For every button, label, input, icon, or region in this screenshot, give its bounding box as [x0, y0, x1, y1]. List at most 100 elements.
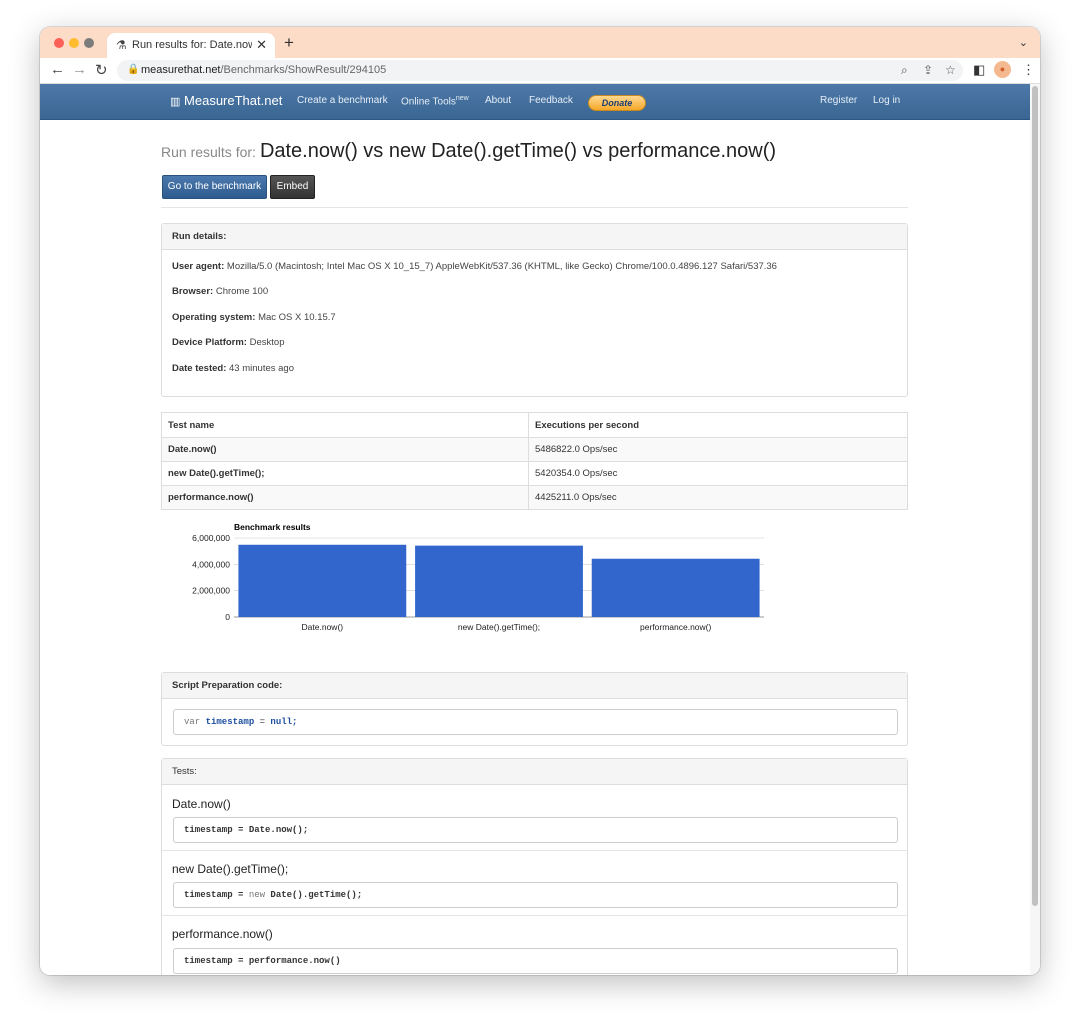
share-icon[interactable]: ⇪ — [923, 63, 933, 77]
ops-cell: 4425211.0 Ops/sec — [528, 485, 908, 510]
y-tick-label: 4,000,000 — [192, 559, 230, 569]
back-arrow-icon[interactable]: ← — [50, 61, 65, 78]
side-panel-icon[interactable]: ◧ — [973, 62, 985, 78]
forward-arrow-icon[interactable]: → — [72, 61, 87, 78]
code-keyword: var — [184, 717, 201, 727]
nav-online-tools[interactable]: Online Toolsnew — [401, 95, 469, 107]
chart-bar — [238, 544, 407, 617]
test-code-block: timestamp = performance.now() — [173, 948, 898, 974]
script-prep-panel: Script Preparation code: var timestamp =… — [161, 672, 908, 746]
test-name-cell: new Date().getTime(); — [161, 461, 529, 486]
code-variable: timestamp — [205, 717, 255, 727]
zoom-icon[interactable]: ⌕ — [901, 63, 908, 78]
benchmark-chart: Benchmark results 0 2,000,000 4,000,000 6,00… — [192, 522, 764, 632]
code-operator: = — [254, 717, 271, 727]
address-bar[interactable]: 🔒 measurethat.net/Benchmarks/ShowResult/… — [117, 60, 963, 81]
browser-row: Browser: Chrome 100 — [172, 286, 268, 297]
new-tab-icon[interactable]: + — [284, 33, 294, 53]
y-tick-label: 6,000,000 — [192, 533, 230, 543]
flask-icon: ⚗ — [116, 38, 127, 52]
table-row: Date.now() 5486822.0 Ops/sec — [161, 437, 908, 462]
date-value: 43 minutes ago — [229, 363, 294, 374]
user-agent-label: User agent: — [172, 261, 225, 272]
os-row: Operating system: Mac OS X 10.15.7 — [172, 312, 336, 323]
reload-icon[interactable]: ↻ — [95, 61, 108, 79]
donate-button[interactable]: Donate — [588, 95, 646, 111]
run-details-panel: Run details: User agent: Mozilla/5.0 (Ma… — [161, 223, 908, 397]
bar-chart-icon: ▥ — [170, 96, 181, 108]
table-header-row: Test name Executions per second — [161, 412, 908, 438]
embed-button[interactable]: Embed — [270, 175, 315, 199]
table-row: performance.now() 4425211.0 Ops/sec — [161, 485, 908, 510]
chart-bar — [591, 558, 760, 617]
nav-register[interactable]: Register — [820, 95, 857, 106]
code-expression: Date().getTime(); — [270, 890, 363, 900]
bookmark-star-icon[interactable]: ☆ — [945, 63, 956, 77]
brand-text: MeasureThat.net — [184, 93, 283, 108]
run-details-heading: Run details: — [162, 224, 907, 250]
close-window-button[interactable] — [54, 38, 64, 48]
tab-close-icon[interactable]: ✕ — [256, 37, 267, 53]
browser-window: ⚗ Run results for: Date.now() vs n ✕ + ⌄… — [40, 27, 1040, 975]
title-main: Date.now() vs new Date().getTime() vs pe… — [259, 140, 777, 162]
ops-cell: 5486822.0 Ops/sec — [528, 437, 908, 462]
nav-about[interactable]: About — [485, 95, 511, 106]
scrollbar-thumb[interactable] — [1032, 86, 1038, 906]
os-value: Mac OS X 10.15.7 — [258, 312, 336, 323]
test-title: new Date().getTime(); — [172, 862, 289, 876]
browser-toolbar: ← → ↻ 🔒 measurethat.net/Benchmarks/ShowR… — [40, 58, 1040, 84]
zoom-window-button[interactable] — [84, 38, 94, 48]
more-menu-icon[interactable]: ⋮ — [1022, 62, 1035, 78]
chevron-down-icon[interactable]: ⌄ — [1019, 36, 1028, 49]
nav-online-tools-label: Online Tools — [401, 96, 456, 108]
chart-bar — [415, 545, 583, 617]
user-agent-value: Mozilla/5.0 (Macintosh; Intel Mac OS X 1… — [226, 261, 777, 272]
page-title: Run results for: Date.now() vs new Date()… — [161, 140, 776, 163]
url-domain: measurethat.net — [141, 64, 221, 76]
brand-link[interactable]: ▥ MeasureThat.net — [170, 93, 282, 108]
new-superscript: new — [455, 95, 469, 102]
scrollbar[interactable] — [1030, 84, 1040, 975]
prep-code-block: var timestamp = null; — [173, 709, 898, 735]
nav-create-benchmark[interactable]: Create a benchmark — [297, 95, 388, 106]
page-viewport: ▥ MeasureThat.net Create a benchmark Onl… — [40, 84, 1040, 975]
lock-icon: 🔒 — [127, 64, 140, 75]
url-path: /Benchmarks/ShowResult/294105 — [220, 64, 387, 76]
nav-login[interactable]: Log in — [873, 95, 900, 106]
y-tick-label: 0 — [225, 612, 230, 622]
code-lhs: timestamp = — [184, 825, 249, 835]
test-code-block: timestamp = Date.now(); — [173, 817, 898, 843]
chart-title: Benchmark results — [234, 522, 311, 532]
col-test-name: Test name — [161, 412, 529, 438]
x-tick-label: new Date().getTime(); — [458, 622, 540, 632]
code-lhs: timestamp = — [184, 890, 249, 900]
nav-feedback[interactable]: Feedback — [529, 95, 573, 106]
x-tick-label: Date.now() — [302, 622, 344, 632]
code-expression: performance.now() — [248, 956, 341, 966]
code-lhs: timestamp = — [184, 956, 249, 966]
date-row: Date tested: 43 minutes ago — [172, 363, 294, 374]
platform-value: Desktop — [249, 337, 285, 348]
code-expression: Date.now(); — [248, 825, 309, 835]
browser-label: Browser: — [172, 286, 214, 297]
profile-avatar[interactable]: ● — [994, 61, 1011, 78]
divider — [162, 850, 907, 851]
test-code-block: timestamp = new Date().getTime(); — [173, 882, 898, 908]
url-text: measurethat.net/Benchmarks/ShowResult/29… — [141, 64, 386, 76]
tab-title: Run results for: Date.now() vs n — [132, 39, 252, 51]
browser-tab[interactable]: ⚗ Run results for: Date.now() vs n ✕ — [107, 33, 275, 58]
minimize-window-button[interactable] — [69, 38, 79, 48]
tests-panel: Tests: Date.now() timestamp = Date.now()… — [161, 758, 908, 975]
x-tick-label: performance.now() — [640, 622, 712, 632]
script-prep-heading: Script Preparation code: — [162, 673, 907, 699]
table-row: new Date().getTime(); 5420354.0 Ops/sec — [161, 461, 908, 486]
site-navbar: ▥ MeasureThat.net Create a benchmark Onl… — [40, 84, 1030, 120]
go-to-benchmark-button[interactable]: Go to the benchmark — [162, 175, 267, 199]
title-bar: ⚗ Run results for: Date.now() vs n ✕ + ⌄ — [40, 27, 1040, 58]
platform-label: Device Platform: — [172, 337, 247, 348]
code-keyword: new — [248, 890, 271, 900]
platform-row: Device Platform: Desktop — [172, 337, 284, 348]
user-agent-row: User agent: Mozilla/5.0 (Macintosh; Inte… — [172, 261, 777, 272]
date-label: Date tested: — [172, 363, 227, 374]
test-title: Date.now() — [172, 797, 231, 811]
